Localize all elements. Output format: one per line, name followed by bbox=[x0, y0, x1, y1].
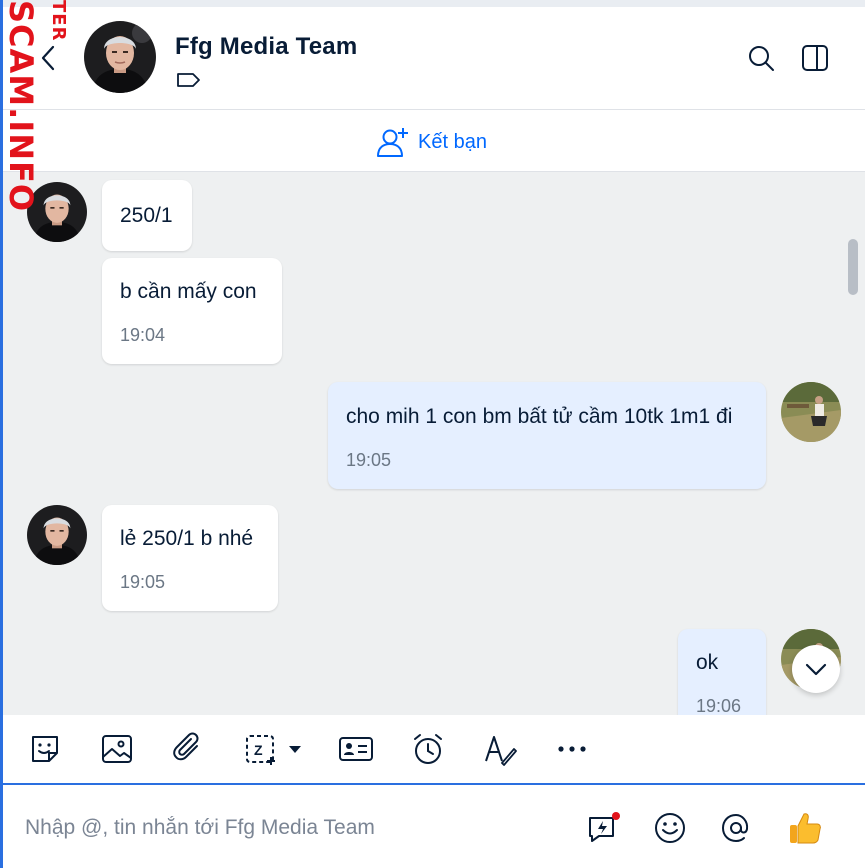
message-time: 19:04 bbox=[120, 325, 166, 345]
chat-header: Ffg Media Team bbox=[3, 7, 865, 110]
toggle-side-panel-button[interactable] bbox=[800, 43, 830, 73]
message-time: 19:06 bbox=[696, 696, 742, 715]
watermark: TER SCAM.INFO bbox=[0, 0, 69, 215]
chevron-down-icon bbox=[805, 663, 827, 676]
my-avatar[interactable] bbox=[781, 382, 841, 442]
sticker-button[interactable] bbox=[27, 731, 63, 767]
quick-message-icon bbox=[589, 812, 620, 842]
more-icon bbox=[558, 746, 586, 752]
message-text: b cần mấy con bbox=[120, 280, 257, 303]
add-friend-button[interactable]: Kết bạn bbox=[376, 125, 487, 159]
scroll-to-bottom-button[interactable] bbox=[792, 645, 840, 693]
message-bubble-received[interactable]: lẻ 250/1 b nhé 19:05 bbox=[102, 505, 278, 611]
tag-icon bbox=[177, 73, 200, 87]
svg-text:Z: Z bbox=[254, 742, 263, 758]
message-text: ok bbox=[696, 651, 719, 674]
attachment-icon bbox=[173, 732, 199, 761]
side-panel-icon bbox=[802, 45, 828, 71]
sticker-icon bbox=[32, 736, 58, 762]
message-text: lẻ 250/1 b nhé bbox=[120, 527, 254, 550]
watermark-text: SCAM.INFO bbox=[2, 0, 40, 213]
message-bubble-sent[interactable]: ok 19:06 bbox=[678, 629, 766, 715]
message-bubble-received[interactable]: 250/1 bbox=[102, 180, 192, 251]
text-format-button[interactable] bbox=[482, 731, 518, 767]
mention-icon bbox=[721, 813, 749, 843]
window-top-strip bbox=[0, 0, 865, 7]
message-bubble-received[interactable]: b cần mấy con 19:04 bbox=[102, 258, 282, 364]
emoji-button[interactable] bbox=[652, 810, 688, 846]
emoji-icon bbox=[655, 813, 685, 843]
search-icon bbox=[749, 46, 774, 71]
image-button[interactable] bbox=[99, 731, 135, 767]
screenshot-button[interactable]: Z bbox=[243, 731, 307, 767]
send-like-button[interactable] bbox=[787, 810, 823, 846]
add-friend-label: Kết bạn bbox=[418, 130, 487, 153]
add-friend-bar: Kết bạn bbox=[3, 111, 865, 172]
quick-message-button[interactable] bbox=[586, 810, 622, 846]
sender-avatar[interactable] bbox=[27, 505, 87, 565]
classify-tag-button[interactable] bbox=[176, 71, 202, 89]
message-text: 250/1 bbox=[120, 204, 173, 227]
message-composer bbox=[3, 786, 865, 868]
send-contact-card-button[interactable] bbox=[338, 731, 374, 767]
chat-title: Ffg Media Team bbox=[175, 33, 358, 60]
watermark-small-text: TER bbox=[48, 0, 69, 42]
add-user-icon bbox=[377, 128, 408, 157]
more-options-button[interactable] bbox=[554, 731, 590, 767]
message-bubble-sent[interactable]: cho mih 1 con bm bất tử cầm 10tk 1m1 đi … bbox=[328, 382, 766, 489]
mention-button[interactable] bbox=[718, 810, 754, 846]
text-format-icon bbox=[485, 736, 517, 766]
attach-file-button[interactable] bbox=[171, 731, 207, 767]
screenshot-icon: Z bbox=[246, 735, 301, 765]
search-button[interactable] bbox=[746, 43, 776, 73]
reminder-button[interactable] bbox=[410, 731, 446, 767]
message-time: 19:05 bbox=[346, 450, 392, 470]
composer-toolbar: Z bbox=[3, 715, 865, 785]
contact-avatar[interactable] bbox=[84, 21, 156, 93]
reminder-clock-icon bbox=[414, 734, 442, 764]
message-text: cho mih 1 con bm bất tử cầm 10tk 1m1 đi bbox=[346, 405, 733, 428]
scrollbar-thumb[interactable] bbox=[848, 239, 858, 295]
message-list[interactable]: 250/1 b cần mấy con 19:04 cho mih 1 con … bbox=[3, 172, 865, 715]
image-icon bbox=[102, 735, 132, 763]
message-time: 19:05 bbox=[120, 572, 166, 592]
thumbs-up-icon bbox=[790, 813, 821, 844]
message-input[interactable] bbox=[25, 814, 565, 842]
contact-card-icon bbox=[339, 737, 373, 761]
